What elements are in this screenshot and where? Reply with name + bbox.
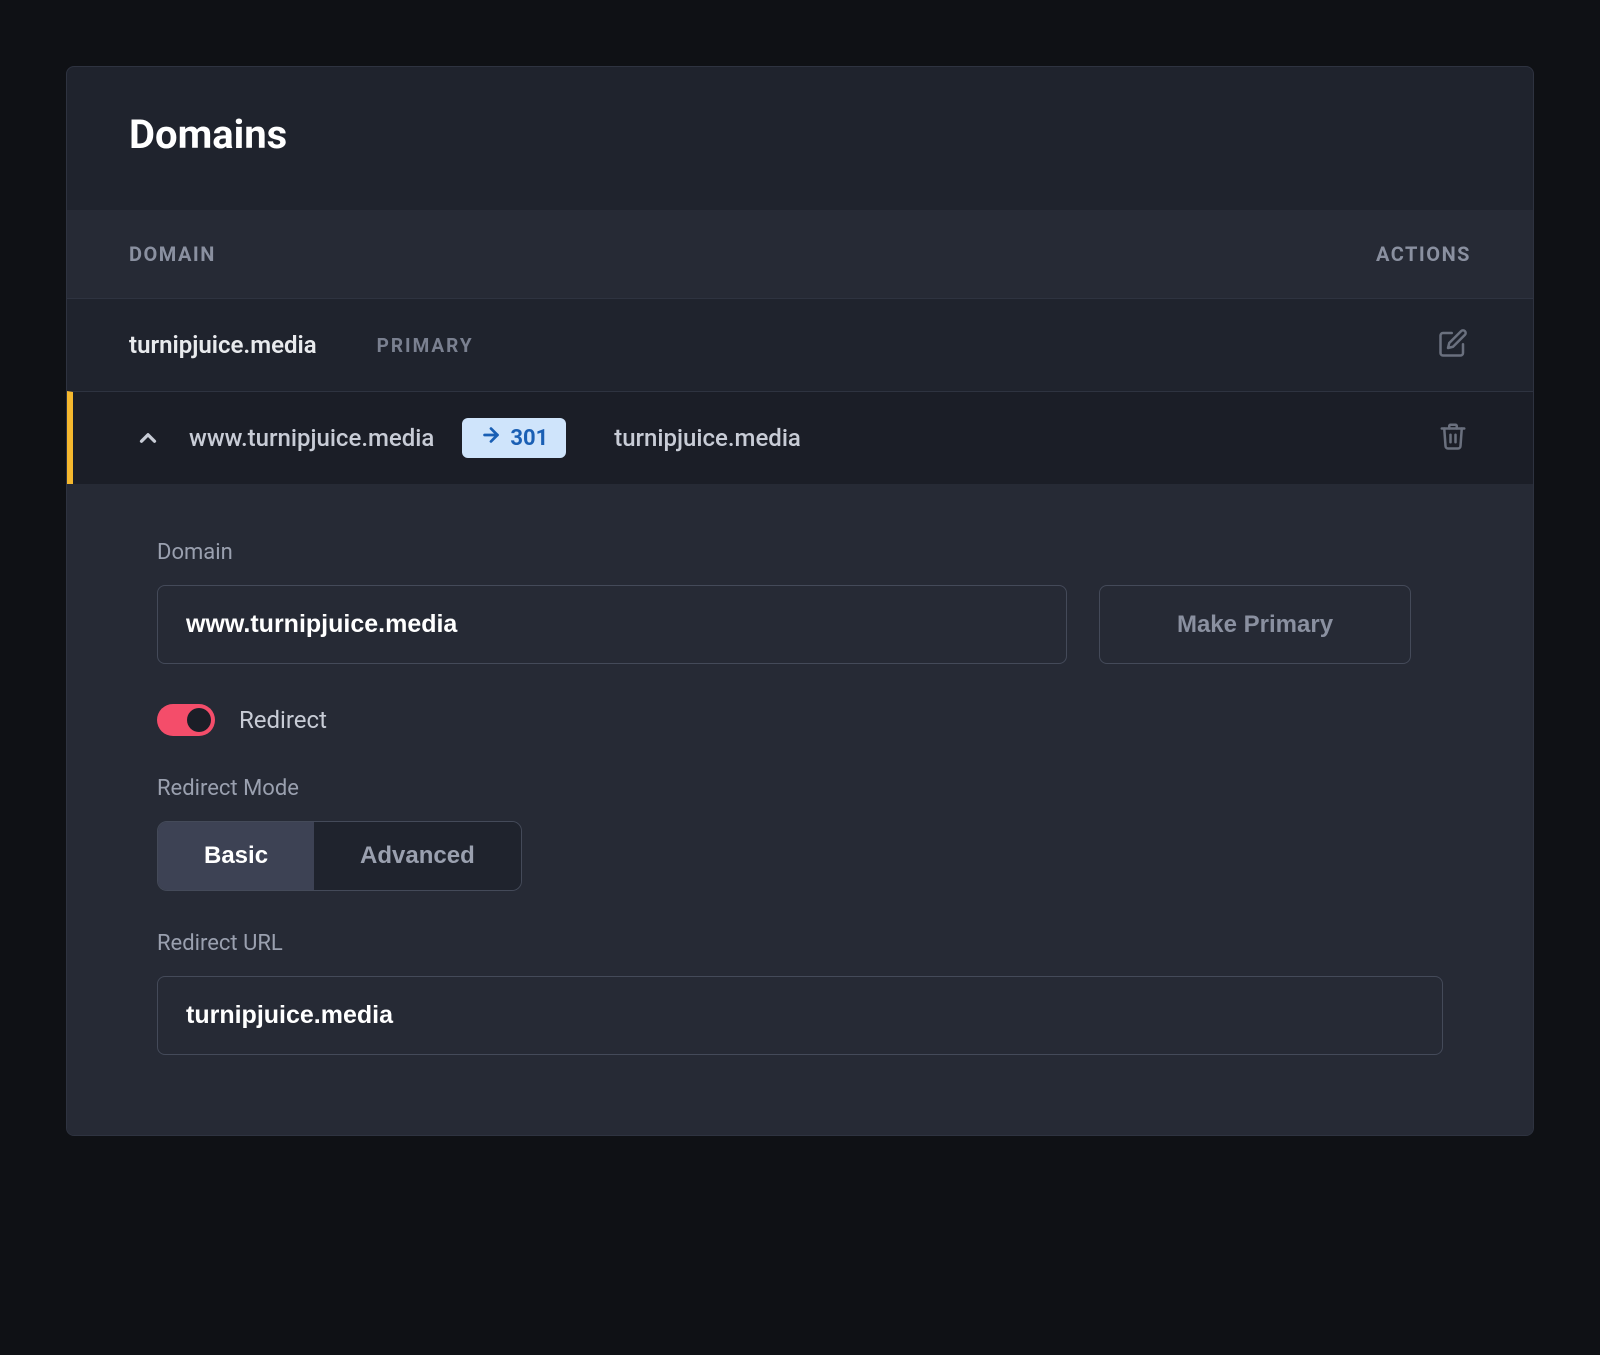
redirect-mode-segmented: Basic Advanced [157,821,522,891]
panel-header: Domains [67,67,1533,210]
make-primary-button[interactable]: Make Primary [1099,585,1411,664]
domain-row-redirect-left: www.turnipjuice.media 301 turnipjuice.me… [135,418,801,458]
edit-button[interactable] [1435,327,1471,363]
primary-badge: PRIMARY [377,334,474,357]
domain-input-row: Make Primary [157,585,1443,664]
redirect-url-group: Redirect URL [157,931,1443,1055]
toggle-knob [187,708,211,732]
redirect-code: 301 [510,426,548,451]
arrow-right-icon [480,424,502,452]
redirect-url-label: Redirect URL [157,931,1443,956]
redirect-status-badge: 301 [462,418,566,458]
domains-panel: Domains DOMAIN ACTIONS turnipjuice.media… [66,66,1534,1136]
redirect-target-domain: turnipjuice.media [614,424,801,452]
domain-row-redirect[interactable]: www.turnipjuice.media 301 turnipjuice.me… [67,391,1533,484]
redirect-toggle-row: Redirect [157,704,1443,736]
domain-edit-form: Domain Make Primary Redirect Redirect Mo… [67,484,1533,1135]
chevron-up-icon[interactable] [135,425,161,451]
edit-icon [1438,328,1468,362]
panel-title: Domains [129,111,1471,158]
domain-row-primary: turnipjuice.media PRIMARY [67,298,1533,391]
redirect-url-input[interactable] [157,976,1443,1055]
redirect-mode-label: Redirect Mode [157,776,1443,801]
redirect-toggle-label: Redirect [239,706,327,734]
primary-domain-name: turnipjuice.media [129,331,317,359]
redirect-source-domain: www.turnipjuice.media [189,424,434,452]
redirect-toggle[interactable] [157,704,215,736]
redirect-mode-group: Redirect Mode Basic Advanced [157,776,1443,891]
table-header-row: DOMAIN ACTIONS [67,210,1533,298]
mode-basic-button[interactable]: Basic [158,822,314,890]
trash-icon [1438,421,1468,455]
domain-row-primary-left: turnipjuice.media PRIMARY [129,331,474,359]
domain-field-label: Domain [157,540,1443,565]
domain-field-group: Domain Make Primary [157,540,1443,664]
mode-advanced-button[interactable]: Advanced [314,822,521,890]
domain-input[interactable] [157,585,1067,664]
delete-button[interactable] [1435,420,1471,456]
column-domain-label: DOMAIN [129,242,216,266]
column-actions-label: ACTIONS [1376,242,1471,266]
